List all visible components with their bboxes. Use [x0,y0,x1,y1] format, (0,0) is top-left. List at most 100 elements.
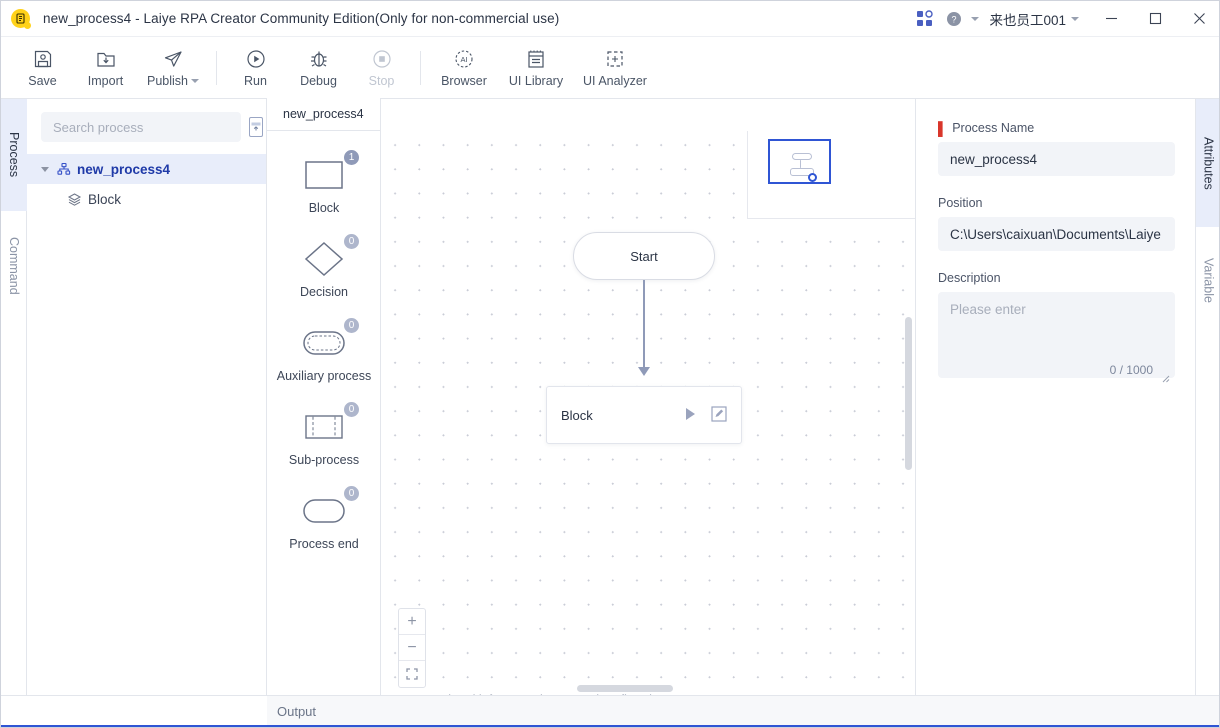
laiye-app-icon [11,9,31,29]
palette-shape-rectangle-dashed: 0 [267,402,381,449]
palette-item-process-end[interactable]: 0 Process end [267,486,381,551]
palette-item-label: Decision [300,285,348,299]
publish-label: Publish [147,74,199,88]
process-tree-icon [57,162,71,175]
process-name-label-row: ▌ Process Name [938,121,1175,135]
process-name-input[interactable] [938,142,1175,176]
palette-shape-stadium-dashed: 0 [267,318,381,365]
user-menu[interactable]: 来也员工001 [983,1,1089,37]
svg-text:AI: AI [460,55,467,64]
palette-item-label: Auxiliary process [276,369,372,383]
palette-item-label: Sub-process [288,453,360,467]
minimize-button[interactable] [1089,1,1133,37]
search-input[interactable] [41,112,241,142]
canvas-horizontal-scrollbar[interactable] [577,685,673,692]
attributes-panel: ▌ Process Name Position Description 0 / … [915,99,1195,695]
chevron-down-icon[interactable] [41,166,49,172]
titlebar-right-controls: ? 来也员工001 [907,1,1219,37]
zoom-controls: + − [398,608,426,688]
shape-palette: 1 Block 0 Decision 0 Auxiliary process 0… [267,131,381,695]
search-row [27,99,266,154]
palette-item-label: Block [308,201,340,215]
import-button[interactable]: Import [74,39,137,97]
stop-label: Stop [368,73,395,88]
palette-count-badge: 1 [344,150,359,165]
minimap-viewport[interactable] [768,139,831,184]
stop-button[interactable]: Stop [350,39,413,97]
description-label: Description [938,271,1001,285]
tab-new-process4[interactable]: new_process4 [267,98,381,130]
ui-analyzer-label: UI Analyzer [583,73,647,88]
palette-item-block[interactable]: 1 Block [267,150,381,215]
minimap[interactable] [747,131,915,219]
apps-grid-icon[interactable] [907,1,941,37]
flowchart-canvas[interactable]: Start Block + − [381,131,915,695]
left-rail: Process Command [1,99,27,695]
maximize-button[interactable] [1133,1,1177,37]
ui-analyzer-button[interactable]: UI Analyzer [572,39,658,97]
canvas-vertical-scrollbar[interactable] [905,317,912,470]
save-button[interactable]: Save [11,39,74,97]
position-input[interactable] [938,217,1175,251]
tree-node-label: Block [88,191,122,207]
title-bar: new_process4 - Laiye RPA Creator Communi… [1,1,1219,37]
position-label: Position [938,196,983,210]
collapse-tree-icon[interactable] [249,117,263,137]
ui-library-label: UI Library [508,73,564,88]
browser-button[interactable]: AI Browser [428,39,500,97]
toolbar-divider-1 [216,50,217,85]
edit-pencil-icon[interactable] [711,405,727,425]
right-tab-attributes[interactable]: Attributes [1196,99,1219,227]
field-position: Position [938,196,1175,251]
field-process-name: ▌ Process Name [938,121,1175,176]
palette-shape-rectangle: 1 [267,150,381,197]
run-play-icon[interactable] [684,407,697,424]
palette-item-decision[interactable]: 0 Decision [267,234,381,299]
field-description: Description 0 / 1000 [938,271,1175,383]
sidebar-tab-process[interactable]: Process [1,99,27,211]
fit-screen-icon[interactable] [399,661,425,687]
process-name-label: Process Name [952,121,1035,135]
run-button[interactable]: Run [224,39,287,97]
tree-node-new-process4[interactable]: new_process4 [27,154,266,184]
flow-node-start[interactable]: Start [573,232,715,280]
publish-button[interactable]: Publish [137,39,209,97]
output-left-filler [1,695,267,727]
browser-label: Browser [441,73,487,88]
minimap-resize-handle[interactable] [808,173,817,182]
chevron-down-icon [1071,16,1079,21]
block-layers-icon [67,192,82,206]
output-label: Output [277,704,317,719]
help-dropdown-caret-icon[interactable] [967,1,983,37]
flow-edge [643,280,645,370]
description-wrapper: 0 / 1000 [938,292,1175,383]
palette-count-badge: 0 [344,402,359,417]
zoom-in-icon[interactable]: + [399,609,425,635]
flowchart-editor: Start Block + − [381,99,915,695]
chevron-down-icon [191,78,199,83]
zoom-out-icon[interactable]: − [399,635,425,661]
window-title: new_process4 - Laiye RPA Creator Communi… [43,11,560,26]
output-panel[interactable]: Output [267,695,1219,727]
ui-library-button[interactable]: UI Library [500,39,572,97]
flow-node-block[interactable]: Block [546,386,742,444]
publish-text: Publish [147,73,188,88]
palette-shape-stadium: 0 [267,486,381,533]
sidebar-tab-command[interactable]: Command [1,211,27,321]
tree-node-label: new_process4 [77,161,171,177]
palette-item-auxiliary-process[interactable]: 0 Auxiliary process [267,318,381,383]
flow-edge-arrow-icon [638,367,650,376]
close-button[interactable] [1177,1,1219,37]
debug-button[interactable]: Debug [287,39,350,97]
save-label: Save [28,73,57,88]
palette-shape-diamond: 0 [267,234,381,281]
chevron-down-icon [971,16,980,21]
right-rail: Attributes Variable [1195,99,1219,695]
palette-item-sub-process[interactable]: 0 Sub-process [267,402,381,467]
resize-grip-icon[interactable] [1160,370,1170,383]
main-toolbar: Save Import Publish Run Debug Stop AI Br… [1,37,1219,99]
right-tab-variable[interactable]: Variable [1196,227,1219,333]
tree-node-block[interactable]: Block [27,184,266,214]
toolbar-divider-2 [420,50,421,85]
help-circle-icon[interactable]: ? [941,1,967,37]
